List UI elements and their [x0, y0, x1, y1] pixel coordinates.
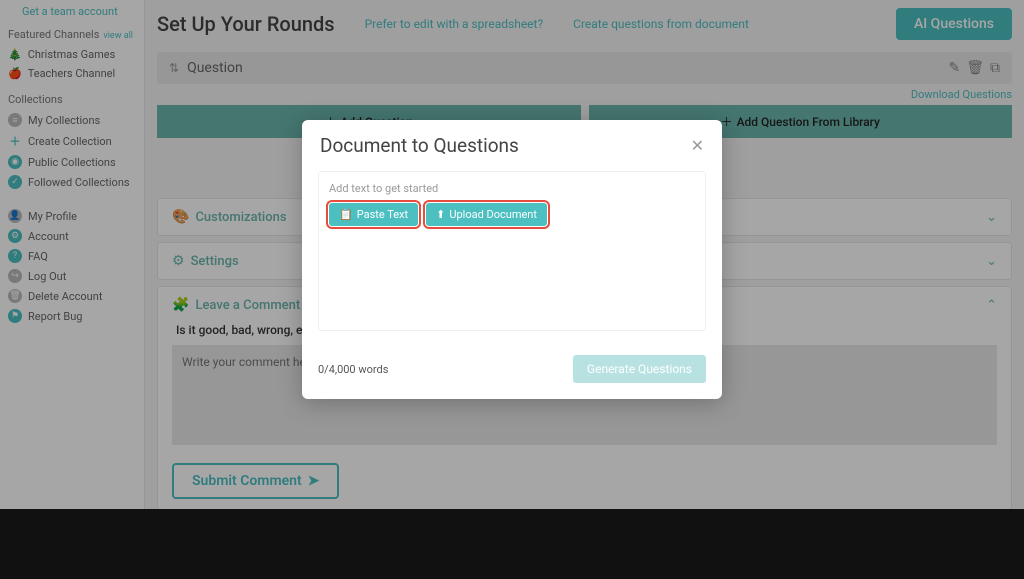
paste-text-button[interactable]: 📋Paste Text: [329, 203, 418, 226]
modal-overlay[interactable]: Document to Questions ✕ Add text to get …: [0, 0, 1024, 579]
modal-hint: Add text to get started: [329, 182, 695, 195]
modal-title: Document to Questions: [320, 134, 519, 157]
upload-document-button[interactable]: ⬆Upload Document: [426, 203, 547, 226]
close-button[interactable]: ✕: [691, 136, 704, 155]
document-to-questions-modal: Document to Questions ✕ Add text to get …: [302, 120, 722, 399]
generate-questions-button[interactable]: Generate Questions: [573, 355, 706, 383]
upload-icon: ⬆: [436, 208, 445, 221]
close-icon: ✕: [691, 136, 704, 155]
modal-body: Add text to get started 📋Paste Text ⬆Upl…: [318, 171, 706, 331]
word-count: 0/4,000 words: [318, 363, 388, 376]
clipboard-icon: 📋: [339, 208, 353, 221]
